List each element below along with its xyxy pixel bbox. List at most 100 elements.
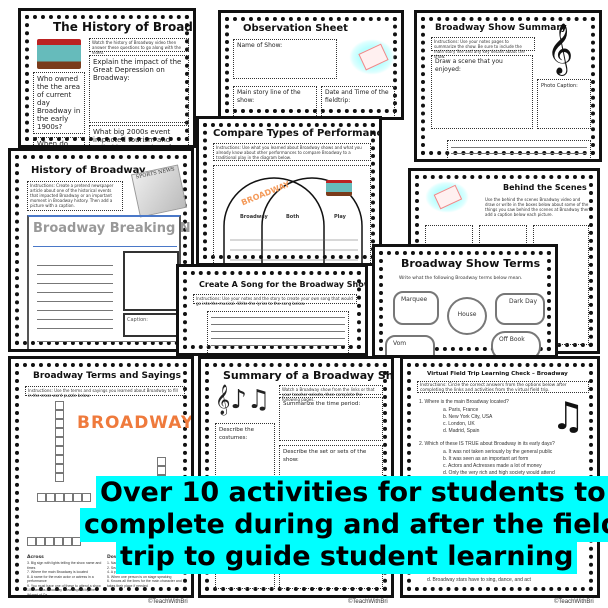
- worksheet-title: Create A Song for the Broadway Show: [199, 280, 368, 289]
- crossword-cell[interactable]: [55, 493, 64, 502]
- crossword-cell[interactable]: [55, 464, 64, 473]
- writing-lines: [447, 140, 591, 159]
- answer-option[interactable]: d. Madrid, Spain: [443, 428, 479, 435]
- theater-stage-icon: [37, 39, 81, 69]
- instructions-box: Instructions: Use your notes and the sto…: [193, 294, 357, 306]
- crossword-cell[interactable]: [157, 457, 166, 466]
- crossword-cell[interactable]: [45, 537, 54, 546]
- worksheet-broadway-show-terms: Broadway Show Terms Write what the follo…: [372, 244, 558, 358]
- crossword-cell[interactable]: [55, 446, 64, 455]
- worksheet-title: History of Broadway: [31, 165, 146, 176]
- question-2: 2. Which of these IS TRUE about Broadway…: [419, 441, 555, 447]
- worksheet-history-of-broadway: The History of Broadway Watch the histor…: [18, 8, 196, 148]
- answer-option[interactable]: a. Paris, France: [443, 407, 478, 414]
- crossword-cell[interactable]: [55, 473, 64, 482]
- question-box: What big 2000s event impacted tourism an…: [89, 125, 189, 145]
- worksheet-title: Observation Sheet: [243, 23, 348, 34]
- banner-line-1: Over 10 activities for students to: [96, 476, 608, 510]
- answer-option[interactable]: b. It was seen as an important art form: [443, 456, 528, 463]
- instructions-box: Instructions: Create a pretend newspaper…: [27, 181, 123, 211]
- writing-line: [211, 345, 345, 346]
- headline-rule: [33, 246, 177, 247]
- clue: 3. Big sign with lights telling the show…: [27, 561, 102, 570]
- caption-box: Photo Caption:: [537, 79, 591, 129]
- subtitle: Write what the following Broadway terms …: [399, 276, 523, 281]
- crossword-cell[interactable]: [73, 493, 82, 502]
- broadway-stamp: BROADWAY: [77, 413, 194, 433]
- worksheet-title: Broadway Show Terms: [401, 257, 541, 270]
- news-headline: Broadway Breaking News: [33, 221, 191, 236]
- instructions-text: Use the behind the scenes Broadway video…: [485, 197, 590, 217]
- credit-label: ©TeachWithBri: [554, 599, 594, 605]
- ticket-icon: [349, 39, 395, 75]
- theater-stage-icon: [326, 180, 352, 196]
- answer-option[interactable]: a. It was not taken seriously by the gen…: [443, 449, 552, 456]
- writing-line: [37, 283, 113, 284]
- answer-option[interactable]: b. New York City, USA: [443, 414, 492, 421]
- question-box: When do historians agree: [33, 137, 85, 145]
- question-1: 1. Where is the main Broadway located?: [419, 399, 509, 405]
- crossword-cell[interactable]: [64, 493, 73, 502]
- term-bubble-marquee: Marquee: [393, 291, 439, 325]
- writing-line: [211, 317, 345, 318]
- answer-option[interactable]: c. Actors and Actresses made a lot of mo…: [443, 463, 542, 470]
- banner-line-2: complete during and after the field: [80, 508, 608, 542]
- venn-label-play: Play: [334, 214, 346, 220]
- question-box: Who owned the the area of current day Br…: [33, 72, 85, 134]
- crossword-cell[interactable]: [55, 455, 64, 464]
- clue: 8. A name for the main actor or actress …: [27, 574, 94, 584]
- writing-line: [211, 338, 345, 339]
- crossword-cell[interactable]: [37, 493, 46, 502]
- crossword-cell[interactable]: [82, 493, 91, 502]
- crossword-cell[interactable]: [55, 428, 64, 437]
- instructions-box: Instructions: Circle the correct answers…: [417, 381, 589, 393]
- worksheet-title: Behind the Scenes: [503, 183, 587, 192]
- drawing-area: Draw a scene that you enjoyed:: [431, 55, 533, 129]
- crossword-cell[interactable]: [157, 466, 166, 475]
- crossword-cell[interactable]: [55, 437, 64, 446]
- worksheet-title: Broadway Terms and Sayings: [33, 371, 181, 381]
- venn-label-both: Both: [286, 214, 300, 220]
- credit-label: ©TeachWithBri: [148, 599, 188, 605]
- field-box: Summarize the time period:: [279, 397, 383, 441]
- crossword-cell[interactable]: [55, 419, 64, 428]
- term-bubble-dark-day: Dark Day: [495, 293, 545, 325]
- worksheet-title: The History of Broadway: [53, 20, 193, 34]
- caption-box: Caption:: [123, 313, 179, 337]
- writing-line: [37, 341, 177, 342]
- worksheet-title: Summary of a Broadway Show: [223, 369, 394, 382]
- music-note-icon: ♫: [551, 394, 586, 438]
- term-bubble-house: House: [447, 297, 487, 335]
- crossword-cell[interactable]: [55, 401, 64, 410]
- writing-line: [451, 153, 587, 154]
- field-box: Date and Time of the fieldtrip:: [321, 86, 395, 117]
- writing-line: [451, 147, 587, 148]
- crossword-cell[interactable]: [36, 537, 45, 546]
- writing-line: [37, 310, 113, 311]
- crossword-cell[interactable]: [27, 537, 36, 546]
- worksheet-broadway-show-summary: Broadway Show Summary Instructions: Use …: [414, 10, 602, 162]
- worksheet-create-a-song: Create A Song for the Broadway Show Inst…: [176, 264, 368, 356]
- venn-diagram-area: BROADWAY Broadway Both Play: [213, 165, 371, 263]
- venn-label-broadway: Broadway: [240, 214, 268, 220]
- answer-option[interactable]: c. London, UK: [443, 421, 475, 428]
- field-box: Name of Show:: [233, 39, 337, 79]
- instructions-box: Watch a Broadway show from the links or …: [279, 385, 383, 402]
- ticket-icon: [425, 181, 469, 213]
- instructions-box: Watch the history of Broadway video then…: [89, 38, 189, 55]
- picture-box: [123, 251, 179, 311]
- answer-option[interactable]: d. Broadway stars have to sing, dance, a…: [427, 577, 531, 584]
- crossword-cell[interactable]: [46, 493, 55, 502]
- crossword-cell[interactable]: [55, 410, 64, 419]
- field-box: Main story line of the show:: [233, 86, 317, 117]
- instructions-box: Instructions: Use your notes pages to su…: [431, 37, 535, 59]
- crossword-cell[interactable]: [54, 537, 63, 546]
- worksheet-title: Compare Types of Performances: [213, 128, 382, 139]
- worksheet-compare-performances: Compare Types of Performances Instructio…: [196, 116, 382, 266]
- clue: 10. Famous Broadway show inspired by the…: [27, 588, 95, 597]
- writing-line: [37, 274, 113, 275]
- worksheet-history-newspaper: History of Broadway Instructions: Create…: [8, 148, 194, 352]
- worksheet-title: Virtual Field Trip Learning Check – Broa…: [427, 371, 568, 377]
- term-bubble-vom: Vom: [385, 335, 435, 355]
- crossword-cell[interactable]: [63, 537, 72, 546]
